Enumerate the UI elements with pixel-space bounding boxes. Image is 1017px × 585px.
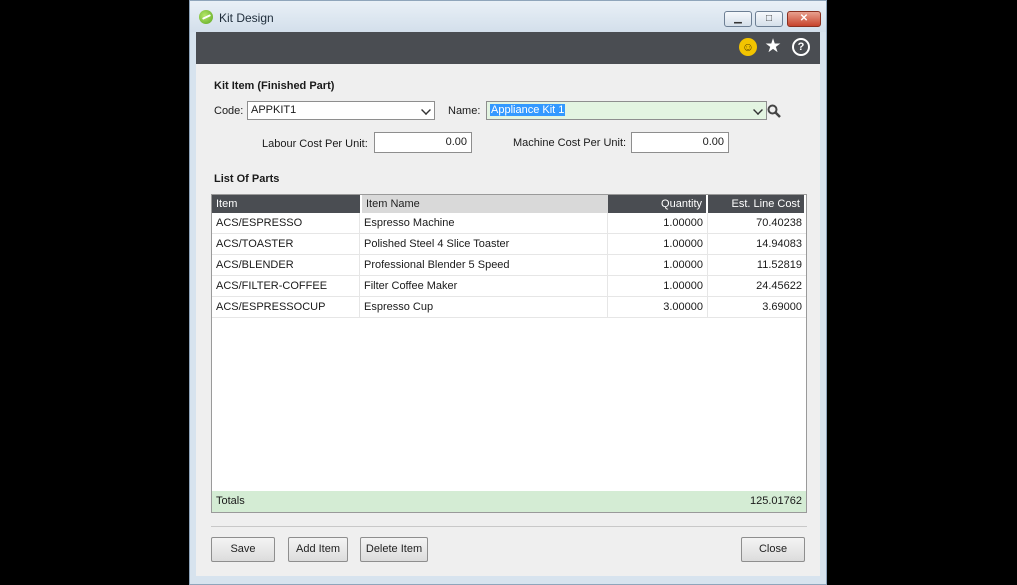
table-row[interactable]: ACS/BLENDER Professional Blender 5 Speed… — [212, 255, 806, 276]
help-icon[interactable]: ? — [792, 38, 810, 56]
cell-est-line-cost: 24.45622 — [756, 280, 802, 292]
cell-item[interactable]: ACS/FILTER-COFFEE — [212, 276, 360, 296]
cell-quantity[interactable]: 1.00000 — [608, 234, 708, 254]
cell-quantity[interactable]: 3.00000 — [608, 297, 708, 317]
delete-item-button[interactable]: Delete Item — [360, 537, 428, 562]
machine-cost-input[interactable]: 0.00 — [631, 132, 729, 153]
table-row[interactable]: ACS/ESPRESSOCUP Espresso Cup 3.00000 3.6… — [212, 297, 806, 318]
star-icon[interactable]: ★ — [764, 37, 782, 56]
name-value: Appliance Kit 1 — [490, 104, 566, 116]
cell-item-name[interactable]: Filter Coffee Maker — [360, 276, 608, 296]
parts-grid[interactable]: Item Item Name Quantity Est. Line Cost A… — [211, 194, 807, 513]
maximize-button[interactable]: □ — [755, 11, 783, 27]
name-combo[interactable]: Appliance Kit 1 — [486, 101, 767, 120]
code-value: APPKIT1 — [251, 104, 297, 116]
grid-rows: ACS/ESPRESSO Espresso Machine 1.00000 70… — [212, 213, 806, 318]
column-header-item[interactable]: Item — [212, 195, 360, 213]
cell-item[interactable]: ACS/ESPRESSOCUP — [212, 297, 360, 317]
totals-row: Totals 125.01762 — [212, 491, 806, 512]
close-window-button[interactable]: ✕ — [787, 11, 821, 27]
title-bar[interactable]: Kit Design ▁ □ ✕ — [190, 1, 826, 32]
cell-item-name[interactable]: Professional Blender 5 Speed — [360, 255, 608, 275]
cell-est-line-cost: 11.52819 — [756, 259, 802, 271]
table-row[interactable]: ACS/ESPRESSO Espresso Machine 1.00000 70… — [212, 213, 806, 234]
cell-item-name[interactable]: Espresso Machine — [360, 213, 608, 233]
column-header-item-name[interactable]: Item Name — [360, 195, 608, 213]
toolbar: ☺ ★ ? — [196, 32, 820, 64]
minimize-button[interactable]: ▁ — [724, 11, 752, 27]
totals-label: Totals — [216, 495, 245, 507]
smiley-icon[interactable]: ☺ — [739, 38, 757, 56]
window-title: Kit Design — [219, 11, 274, 25]
column-header-quantity[interactable]: Quantity — [608, 195, 708, 213]
table-row[interactable]: ACS/TOASTER Polished Steel 4 Slice Toast… — [212, 234, 806, 255]
chevron-down-icon[interactable] — [421, 105, 431, 115]
chevron-down-icon[interactable] — [753, 105, 763, 115]
totals-value: 125.01762 — [750, 495, 802, 507]
machine-cost-label: Machine Cost Per Unit: — [513, 137, 627, 149]
kit-item-section-title: Kit Item (Finished Part) — [214, 80, 335, 92]
cell-est-line-cost: 3.69000 — [762, 301, 802, 313]
table-row[interactable]: ACS/FILTER-COFFEE Filter Coffee Maker 1.… — [212, 276, 806, 297]
code-label: Code: — [214, 105, 244, 117]
cell-est-line-cost: 70.40238 — [756, 217, 802, 229]
cell-quantity[interactable]: 1.00000 — [608, 276, 708, 296]
cell-item-name[interactable]: Espresso Cup — [360, 297, 608, 317]
name-label: Name: — [448, 105, 481, 117]
cell-item-name[interactable]: Polished Steel 4 Slice Toaster — [360, 234, 608, 254]
close-button[interactable]: Close — [741, 537, 805, 562]
kit-design-window: Kit Design ▁ □ ✕ ☺ ★ ? Kit Item (Finishe… — [189, 0, 827, 585]
labour-cost-input[interactable]: 0.00 — [374, 132, 472, 153]
app-logo-icon — [199, 10, 213, 24]
divider — [211, 526, 807, 527]
list-of-parts-title: List Of Parts — [214, 173, 280, 185]
save-button[interactable]: Save — [211, 537, 275, 562]
cell-item[interactable]: ACS/TOASTER — [212, 234, 360, 254]
add-item-button[interactable]: Add Item — [288, 537, 348, 562]
column-header-est-line-cost[interactable]: Est. Line Cost — [708, 195, 806, 213]
code-combo[interactable]: APPKIT1 — [247, 101, 435, 120]
cell-quantity[interactable]: 1.00000 — [608, 255, 708, 275]
cell-item[interactable]: ACS/BLENDER — [212, 255, 360, 275]
cell-item[interactable]: ACS/ESPRESSO — [212, 213, 360, 233]
labour-cost-label: Labour Cost Per Unit: — [262, 138, 368, 150]
cell-quantity[interactable]: 1.00000 — [608, 213, 708, 233]
grid-header: Item Item Name Quantity Est. Line Cost — [212, 195, 806, 213]
search-icon[interactable] — [767, 104, 781, 118]
cell-est-line-cost: 14.94083 — [756, 238, 802, 250]
content-area: Kit Item (Finished Part) Code: APPKIT1 N… — [196, 64, 820, 576]
